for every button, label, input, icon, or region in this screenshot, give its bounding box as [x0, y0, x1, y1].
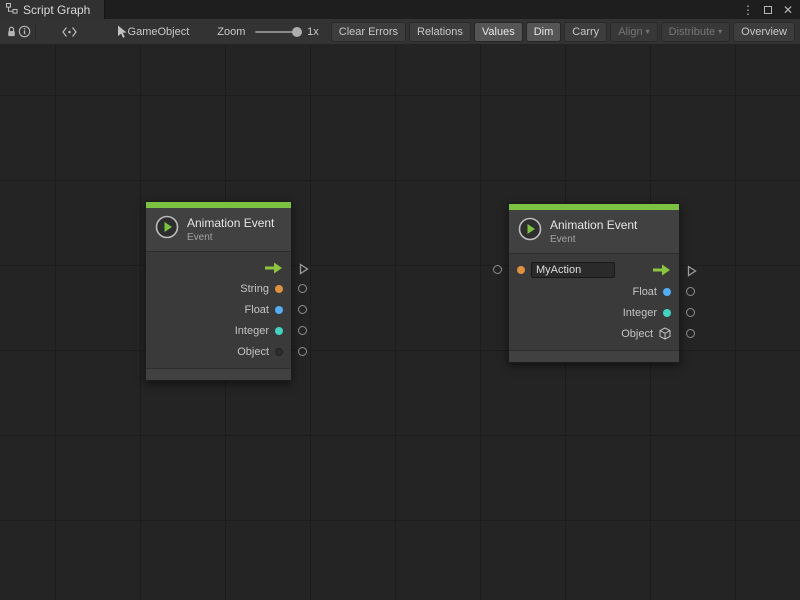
string-type-icon: [517, 266, 525, 274]
object-output-port[interactable]: [298, 347, 307, 356]
zoom-slider[interactable]: [255, 31, 299, 33]
target-gameobject-label[interactable]: GameObject: [128, 26, 190, 38]
node-body: Float Integer Object: [509, 254, 679, 350]
chevron-down-icon: ▾: [718, 28, 722, 36]
output-row-integer: Integer: [509, 302, 679, 323]
node-title: Animation Event: [187, 216, 274, 230]
flow-output-port[interactable]: [687, 264, 697, 282]
event-play-icon: [155, 215, 179, 244]
lock-icon[interactable]: [5, 23, 18, 41]
flow-output-port[interactable]: [299, 262, 309, 280]
target-cursor-icon: [117, 23, 128, 41]
output-row-string: String: [146, 278, 291, 299]
string-output-port[interactable]: [298, 284, 307, 293]
code-icon[interactable]: [62, 23, 77, 41]
script-graph-icon: [6, 1, 18, 19]
distribute-dropdown[interactable]: Distribute ▾: [661, 22, 730, 42]
window-controls: ⋮ ✕: [740, 0, 800, 19]
name-input-row: [509, 259, 679, 281]
animation-event-node-1[interactable]: Animation Event Event: [145, 201, 292, 381]
object-output-port[interactable]: [686, 329, 695, 338]
event-play-icon: [518, 217, 542, 246]
string-type-icon: [275, 285, 283, 293]
float-output-port[interactable]: [298, 305, 307, 314]
float-type-icon: [275, 306, 283, 314]
flow-arrow-icon: [652, 264, 671, 276]
node-header[interactable]: Animation Event Event: [146, 208, 291, 252]
output-row-float: Float: [146, 299, 291, 320]
relations-button[interactable]: Relations: [409, 22, 471, 42]
output-row-integer: Integer: [146, 320, 291, 341]
node-subtitle: Event: [550, 234, 637, 245]
integer-output-port[interactable]: [686, 308, 695, 317]
zoom-value: 1x: [307, 26, 319, 38]
flow-arrow-icon: [264, 262, 283, 274]
maximize-icon[interactable]: [760, 2, 776, 18]
dim-toggle[interactable]: Dim: [526, 22, 562, 42]
window-menu-icon[interactable]: ⋮: [740, 2, 756, 18]
flow-output-row: [146, 257, 291, 278]
node-footer: [509, 350, 679, 362]
graph-canvas[interactable]: Animation Event Event: [0, 45, 800, 600]
object-cube-icon: [659, 327, 671, 340]
integer-type-icon: [663, 309, 671, 317]
values-toggle[interactable]: Values: [474, 22, 523, 42]
zoom-slider-handle[interactable]: [292, 27, 302, 37]
node-subtitle: Event: [187, 232, 274, 243]
chevron-down-icon: ▾: [646, 28, 650, 36]
integer-type-icon: [275, 327, 283, 335]
action-name-field[interactable]: [531, 262, 615, 278]
info-icon[interactable]: [18, 23, 31, 41]
tab-script-graph[interactable]: Script Graph: [0, 0, 105, 19]
object-type-icon: [275, 348, 283, 356]
name-input-port[interactable]: [493, 265, 502, 274]
tab-strip: Script Graph ⋮ ✕: [0, 0, 800, 19]
close-icon[interactable]: ✕: [780, 2, 796, 18]
node-title: Animation Event: [550, 218, 637, 232]
output-row-object: Object: [146, 341, 291, 362]
node-footer: [146, 368, 291, 380]
integer-output-port[interactable]: [298, 326, 307, 335]
float-type-icon: [663, 288, 671, 296]
zoom-label: Zoom: [217, 26, 245, 38]
float-output-port[interactable]: [686, 287, 695, 296]
node-body: String Float Integer Object: [146, 252, 291, 368]
script-graph-window: Script Graph ⋮ ✕: [0, 0, 800, 600]
tab-title: Script Graph: [23, 3, 90, 17]
overview-button[interactable]: Overview: [733, 22, 795, 42]
output-row-float: Float: [509, 281, 679, 302]
carry-toggle[interactable]: Carry: [564, 22, 607, 42]
clear-errors-button[interactable]: Clear Errors: [331, 22, 406, 42]
graph-toolbar: GameObject Zoom 1x Clear Errors Relation…: [0, 19, 800, 45]
output-row-object: Object: [509, 323, 679, 344]
animation-event-node-2[interactable]: Animation Event Event: [508, 203, 680, 363]
node-header[interactable]: Animation Event Event: [509, 210, 679, 254]
align-dropdown[interactable]: Align ▾: [610, 22, 657, 42]
